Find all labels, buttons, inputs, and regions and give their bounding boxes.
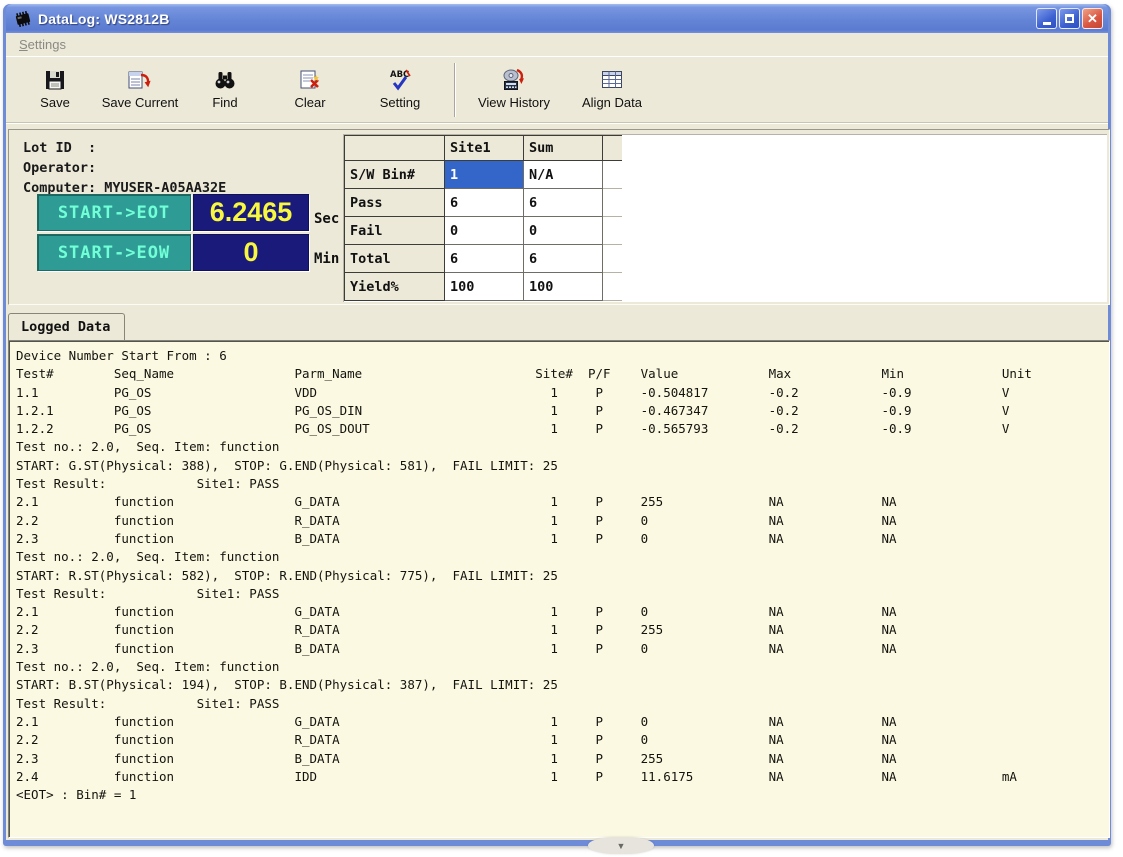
timer-eow-label: START->EOW [37, 234, 191, 271]
table-row-total: Total 6 6 [345, 245, 622, 273]
table-row-swbin: S/W Bin# 1 N/A [345, 161, 622, 189]
menu-item-settings-rest: ettings [28, 37, 66, 52]
log-text: Device Number Start From : 6 Test# Seq_N… [9, 341, 1109, 804]
toolbar: Save Save Current [6, 57, 1108, 123]
timer-row-eow: START->EOW 0 Min [37, 234, 339, 271]
align-data-button-label: Align Data [582, 95, 642, 110]
save-icon [44, 67, 66, 93]
summary-grid-area: Site1 Sum S/W Bin# 1 N/A Pass 6 6 [343, 134, 1107, 302]
tab-bar: Logged Data [8, 313, 125, 340]
summary-header-sum: Sum [524, 136, 603, 161]
cell-fail-sum[interactable]: 0 [524, 217, 603, 245]
window-title: DataLog: WS2812B [38, 11, 1036, 27]
close-icon: ✕ [1087, 12, 1098, 25]
maximize-button[interactable] [1059, 8, 1080, 29]
find-icon [213, 67, 237, 93]
toolbar-separator [454, 63, 456, 117]
save-button-label: Save [40, 95, 70, 110]
clear-button[interactable]: Clear [264, 61, 356, 119]
summary-header-row: Site1 Sum [345, 136, 622, 161]
menu-bar: Settings [6, 33, 1108, 57]
cell-pass-site1[interactable]: 6 [445, 189, 524, 217]
cell-swbin-sum[interactable]: N/A [524, 161, 603, 189]
app-chip-icon [12, 9, 34, 29]
maximize-icon [1065, 14, 1074, 23]
summary-table: Site1 Sum S/W Bin# 1 N/A Pass 6 6 [344, 135, 622, 301]
row-label-total: Total [345, 245, 445, 273]
find-button-label: Find [212, 95, 237, 110]
title-bar: DataLog: WS2812B ✕ [6, 4, 1108, 33]
view-history-icon [501, 67, 527, 93]
scroll-down-arrow-icon: ▼ [617, 841, 626, 851]
save-current-icon [127, 67, 153, 93]
summary-panel: Lot ID : Operator: Computer: MYUSER-A05A… [8, 129, 1110, 305]
cell-yield-site1[interactable]: 100 [445, 273, 524, 301]
summary-header-site1: Site1 [445, 136, 524, 161]
setting-button[interactable]: ABC Setting [356, 61, 444, 119]
cell-swbin-site1[interactable]: 1 [445, 161, 524, 189]
table-row-yield: Yield% 100 100 [345, 273, 622, 301]
row-label-pass: Pass [345, 189, 445, 217]
setting-icon: ABC [387, 67, 413, 93]
table-row-fail: Fail 0 0 [345, 217, 622, 245]
cell-total-sum[interactable]: 6 [524, 245, 603, 273]
row-label-fail: Fail [345, 217, 445, 245]
save-current-button-label: Save Current [102, 95, 179, 110]
summary-header-blank [345, 136, 445, 161]
view-history-button[interactable]: View History [464, 61, 564, 119]
cell-total-site1[interactable]: 6 [445, 245, 524, 273]
logged-data-panel[interactable]: Device Number Start From : 6 Test# Seq_N… [8, 340, 1110, 838]
view-history-button-label: View History [478, 95, 550, 110]
scroll-down-indicator[interactable]: ▼ [588, 837, 654, 854]
tab-logged-data[interactable]: Logged Data [8, 313, 125, 340]
timer-eot-value: 6.2465 [193, 194, 309, 231]
row-label-yield: Yield% [345, 273, 445, 301]
lot-id-label: Lot ID : [23, 140, 96, 156]
close-button[interactable]: ✕ [1082, 8, 1103, 29]
setting-button-label: Setting [380, 95, 420, 110]
app-window: DataLog: WS2812B ✕ Settings [3, 4, 1111, 846]
find-button[interactable]: Find [186, 61, 264, 119]
operator-label: Operator: [23, 160, 96, 176]
cell-fail-site1[interactable]: 0 [445, 217, 524, 245]
clear-button-label: Clear [294, 95, 325, 110]
timer-eot-unit: Sec [314, 211, 339, 231]
summary-header-stub [603, 136, 622, 161]
align-data-button[interactable]: Align Data [564, 61, 660, 119]
timer-eot-label: START->EOT [37, 194, 191, 231]
minimize-button[interactable] [1036, 8, 1057, 29]
cell-yield-sum[interactable]: 100 [524, 273, 603, 301]
menu-item-settings[interactable]: Settings [13, 35, 72, 54]
row-label-swbin: S/W Bin# [345, 161, 445, 189]
window-body: Settings Save [6, 33, 1108, 840]
timer-group: START->EOT 6.2465 Sec START->EOW 0 Min [37, 194, 339, 274]
save-current-button[interactable]: Save Current [94, 61, 186, 119]
clear-icon [298, 67, 322, 93]
save-button[interactable]: Save [16, 61, 94, 119]
table-row-pass: Pass 6 6 [345, 189, 622, 217]
timer-row-eot: START->EOT 6.2465 Sec [37, 194, 339, 231]
align-data-icon [600, 67, 624, 93]
cell-pass-sum[interactable]: 6 [524, 189, 603, 217]
timer-eow-unit: Min [314, 251, 339, 271]
minimize-icon [1043, 22, 1051, 25]
timer-eow-value: 0 [193, 234, 309, 271]
lot-info-block: Lot ID : Operator: Computer: MYUSER-A05A… [23, 138, 226, 198]
